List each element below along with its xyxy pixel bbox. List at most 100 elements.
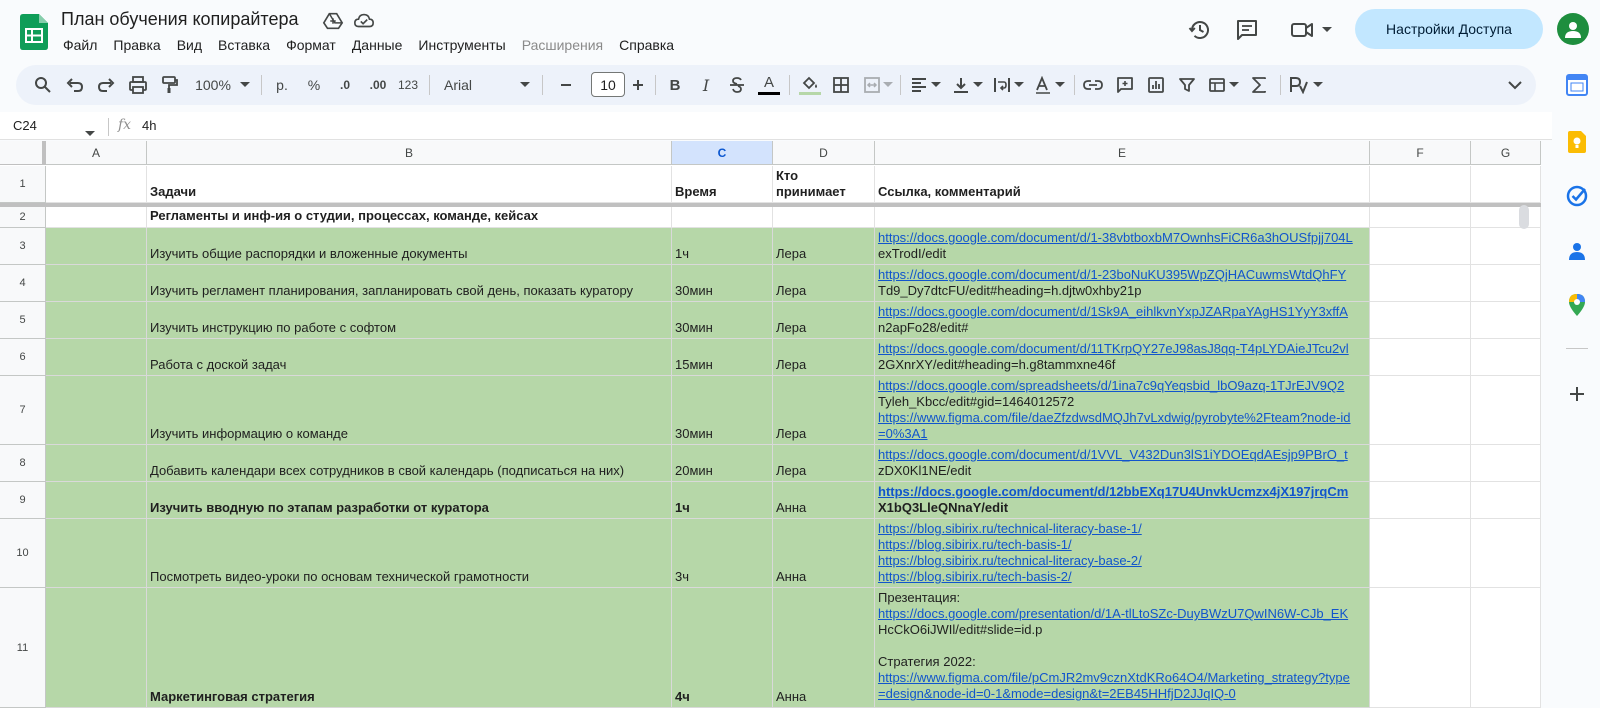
text-wrapping-icon[interactable] [991, 73, 1013, 97]
redo-icon[interactable] [95, 73, 117, 97]
cell-c10[interactable]: 3ч [672, 519, 773, 588]
cell-f8[interactable] [1370, 445, 1471, 482]
cell-g7[interactable] [1471, 376, 1541, 445]
decrease-decimal-button[interactable]: .0 [332, 73, 358, 97]
row-header-10[interactable]: 10 [0, 519, 46, 588]
cell-c5[interactable]: 30мин [672, 302, 773, 339]
cell-f4[interactable] [1370, 265, 1471, 302]
row-header-6[interactable]: 6 [0, 339, 46, 376]
cell-link[interactable]: https://docs.google.com/document/d/11TKr… [878, 341, 1366, 357]
valign-dropdown-icon[interactable] [972, 73, 984, 97]
column-header-b[interactable]: B [147, 141, 672, 165]
document-title[interactable]: План обучения копирайтера [61, 9, 299, 30]
meet-dropdown-icon[interactable] [1314, 15, 1340, 45]
decrease-font-size-icon[interactable] [556, 73, 576, 97]
zoom-select[interactable]: 100% [191, 73, 235, 97]
cell-b7[interactable]: Изучить информацию о команде [147, 376, 672, 445]
menu-data[interactable]: Данные [344, 35, 411, 55]
menu-format[interactable]: Формат [278, 35, 344, 55]
cell-link[interactable]: =0%3A1 [878, 426, 1366, 442]
cell-link[interactable]: https://blog.sibirix.ru/tech-basis-2/ [878, 569, 1366, 585]
cell-e3[interactable]: https://docs.google.com/document/d/1-38v… [875, 228, 1370, 265]
cell-c11[interactable]: 4ч [672, 588, 773, 708]
meet-camera-icon[interactable] [1287, 15, 1317, 45]
cell-link[interactable]: https://docs.google.com/presentation/d/1… [878, 606, 1366, 622]
row-header-4[interactable]: 4 [0, 265, 46, 302]
insert-chart-icon[interactable] [1145, 73, 1167, 97]
cell-link[interactable]: https://docs.google.com/document/d/1Sk9A… [878, 304, 1366, 320]
undo-icon[interactable] [64, 73, 86, 97]
cell-a5[interactable] [46, 302, 147, 339]
bold-button[interactable]: B [664, 73, 686, 97]
cell-link[interactable]: =design&node-id=0-1&mode=design&t=2EB45H… [878, 686, 1366, 702]
column-header-f[interactable]: F [1370, 141, 1471, 165]
cell-c6[interactable]: 15мин [672, 339, 773, 376]
column-header-e[interactable]: E [875, 141, 1370, 165]
cell-e11[interactable]: Презентация: https://docs.google.com/pres… [875, 588, 1370, 708]
row-header-3[interactable]: 3 [0, 228, 46, 265]
cell-b9[interactable]: Изучить вводную по этапам разработки от … [147, 482, 672, 519]
strikethrough-icon[interactable] [726, 73, 748, 97]
column-header-d[interactable]: D [773, 141, 875, 165]
cell-f9[interactable] [1370, 482, 1471, 519]
rotation-dropdown-icon[interactable] [1054, 73, 1066, 97]
cell-f11[interactable] [1370, 588, 1471, 708]
cell-e9[interactable]: https://docs.google.com/document/d/12bbE… [875, 482, 1370, 519]
cell-e2[interactable] [875, 207, 1370, 228]
menu-view[interactable]: Вид [169, 35, 210, 55]
filter-views-dropdown-icon[interactable] [1228, 73, 1240, 97]
cell-d8[interactable]: Лера [773, 445, 875, 482]
cell-g6[interactable] [1471, 339, 1541, 376]
cell-link[interactable]: https://docs.google.com/spreadsheets/d/1… [878, 378, 1366, 394]
cell-g4[interactable] [1471, 265, 1541, 302]
functions-icon[interactable] [1248, 73, 1270, 97]
cell-a1[interactable] [46, 166, 147, 203]
cell-f10[interactable] [1370, 519, 1471, 588]
cell-a11[interactable] [46, 588, 147, 708]
version-history-icon[interactable] [1185, 15, 1215, 45]
comments-icon[interactable] [1232, 15, 1262, 45]
cell-b3[interactable]: Изучить общие распорядки и вложенные док… [147, 228, 672, 265]
cell-g3[interactable] [1471, 228, 1541, 265]
cell-g9[interactable] [1471, 482, 1541, 519]
cell-c9[interactable]: 1ч [672, 482, 773, 519]
cell-e10[interactable]: https://blog.sibirix.ru/technical-litera… [875, 519, 1370, 588]
row-header-5[interactable]: 5 [0, 302, 46, 339]
tasks-icon[interactable] [1566, 185, 1588, 207]
frozen-columns-divider[interactable] [42, 141, 46, 165]
row-header-7[interactable]: 7 [0, 376, 46, 445]
paint-format-icon[interactable] [158, 73, 180, 97]
cell-g2[interactable] [1471, 207, 1541, 228]
cell-d9[interactable]: Анна [773, 482, 875, 519]
font-size-input[interactable]: 10 [591, 72, 625, 97]
filter-views-icon[interactable] [1206, 73, 1228, 97]
cell-link[interactable]: https://docs.google.com/document/d/12bbE… [878, 484, 1366, 500]
cell-d2[interactable] [773, 207, 875, 228]
fill-color-icon[interactable] [798, 73, 822, 97]
row-header-8[interactable]: 8 [0, 445, 46, 482]
row-header-9[interactable]: 9 [0, 482, 46, 519]
collapse-toolbar-icon[interactable] [1504, 73, 1526, 97]
cell-a2[interactable] [46, 207, 147, 228]
cell-a10[interactable] [46, 519, 147, 588]
cell-c1[interactable]: Время [672, 166, 773, 203]
increase-decimal-button[interactable]: .00 [364, 73, 392, 97]
cell-f2[interactable] [1370, 207, 1471, 228]
cell-e4[interactable]: https://docs.google.com/document/d/1-23b… [875, 265, 1370, 302]
cell-d10[interactable]: Анна [773, 519, 875, 588]
cell-d11[interactable]: Анна [773, 588, 875, 708]
vertical-align-icon[interactable] [950, 73, 972, 97]
cell-b1[interactable]: Задачи [147, 166, 672, 203]
cell-d3[interactable]: Лера [773, 228, 875, 265]
account-avatar-icon[interactable] [1557, 13, 1589, 45]
italic-button[interactable]: I [695, 73, 717, 97]
cell-a3[interactable] [46, 228, 147, 265]
cell-link[interactable]: https://blog.sibirix.ru/technical-litera… [878, 553, 1366, 569]
borders-icon[interactable] [830, 73, 852, 97]
menu-edit[interactable]: Правка [105, 35, 168, 55]
calendar-icon[interactable] [1566, 74, 1588, 96]
share-button[interactable]: Настройки Доступа [1355, 9, 1543, 49]
text-rotation-icon[interactable] [1032, 73, 1054, 97]
cell-d6[interactable]: Лера [773, 339, 875, 376]
format-percent-button[interactable]: % [303, 73, 325, 97]
